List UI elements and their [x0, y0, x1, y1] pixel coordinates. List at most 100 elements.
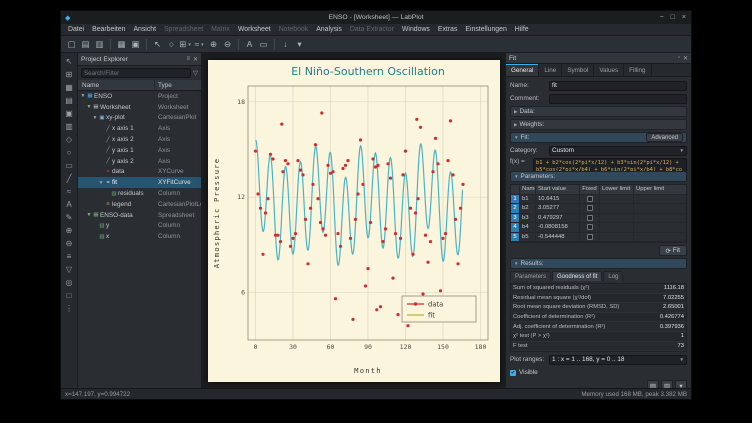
advanced-button[interactable]: Advanced: [646, 133, 683, 142]
text-label-icon[interactable]: A: [243, 38, 256, 51]
new-project-icon[interactable]: ▢: [65, 38, 78, 51]
param-start-value[interactable]: -0.544448: [536, 233, 580, 242]
comment-field[interactable]: [549, 94, 687, 104]
column-header-type[interactable]: Type: [155, 80, 201, 90]
param-upper-limit[interactable]: [634, 204, 686, 213]
results-tab-goodness-of-fit[interactable]: Goodness of fit: [552, 271, 602, 281]
data-section-header[interactable]: ▶ Data:: [510, 106, 687, 117]
tool-text-icon[interactable]: A: [63, 198, 76, 211]
new-spreadsheet-icon[interactable]: ▣: [129, 38, 142, 51]
image-icon[interactable]: ▭: [257, 38, 270, 51]
plot-page[interactable]: 030609012015018061218El Niño-Southern Os…: [208, 60, 500, 382]
tree-row-legend[interactable]: ≡legendCartesianPlotLegend: [78, 199, 201, 210]
worksheet-view[interactable]: 030609012015018061218El Niño-Southern Os…: [202, 53, 505, 388]
tree-row-x[interactable]: ▥xColumn: [78, 231, 201, 242]
tree-row-residuals[interactable]: ▥residualsColumn: [78, 188, 201, 199]
fit-section-header[interactable]: ▼ Fit: Advanced: [510, 132, 687, 143]
run-fit-button[interactable]: ⟳ Fit: [659, 245, 687, 256]
tree-row-x-axis-1[interactable]: ╱x axis 1Axis: [78, 123, 201, 134]
panel-close-icon[interactable]: ✕: [193, 56, 198, 63]
tab-filling[interactable]: Filling: [624, 64, 651, 76]
title-bar[interactable]: ◆ ENSO - [Worksheet] — LabPlot − □ ×: [61, 11, 691, 24]
maximize-button[interactable]: □: [671, 14, 675, 21]
param-upper-limit[interactable]: [634, 214, 686, 223]
tool-zoom-in-icon[interactable]: ⊕: [63, 224, 76, 237]
save-project-icon[interactable]: ▥: [93, 38, 106, 51]
minimize-button[interactable]: −: [660, 14, 664, 21]
param-fixed-checkbox[interactable]: [587, 196, 593, 202]
menu-einstellungen[interactable]: Einstellungen: [461, 26, 510, 33]
tool-spreadsheet-icon[interactable]: ▦: [63, 81, 76, 94]
visible-checkbox[interactable]: ✔: [510, 370, 516, 376]
zoom-select-icon[interactable]: ○: [165, 38, 178, 51]
weights-section-header[interactable]: ▶ Weights:: [510, 119, 687, 130]
plot-ranges-select[interactable]: 1 : x = 1 .. 168, y = 0 .. 18 ▼: [549, 355, 687, 365]
tool-matrix-icon[interactable]: ▤: [63, 94, 76, 107]
tool-legend-icon[interactable]: ≡: [63, 250, 76, 263]
menu-bearbeiten[interactable]: Bearbeiten: [88, 26, 129, 33]
tool-shape-icon[interactable]: ◇: [63, 133, 76, 146]
param-start-value[interactable]: 3.05277: [536, 204, 580, 213]
tree-row-x-axis-2[interactable]: ╱x axis 2Axis: [78, 134, 201, 145]
results-section-header[interactable]: ▼ Results:: [510, 258, 687, 269]
tool-select-icon[interactable]: ↖: [63, 55, 76, 68]
new-worksheet-icon[interactable]: ▦: [115, 38, 128, 51]
zoom-out-icon[interactable]: ⊖: [221, 38, 234, 51]
tree-row-enso[interactable]: ▼▦ENSOProject: [78, 91, 201, 102]
param-fixed-checkbox[interactable]: [587, 224, 593, 230]
param-fixed-checkbox[interactable]: [587, 205, 593, 211]
tree-row-y-axis-2[interactable]: ╱y axis 2Axis: [78, 156, 201, 167]
tool-zoom-out-icon[interactable]: ⊖: [63, 237, 76, 250]
param-lower-limit[interactable]: [600, 214, 634, 223]
param-start-value[interactable]: -0.0808158: [536, 223, 580, 232]
add-plot-icon[interactable]: ⊞▼: [179, 38, 192, 51]
tool-curve-icon[interactable]: ≈: [63, 185, 76, 198]
dock-float-icon[interactable]: ▫: [678, 55, 680, 62]
tool-target-icon[interactable]: ◎: [63, 276, 76, 289]
param-start-value[interactable]: 0.479297: [536, 214, 580, 223]
tab-symbol[interactable]: Symbol: [562, 64, 594, 76]
param-lower-limit[interactable]: [600, 233, 634, 242]
more-tools-icon[interactable]: ▾: [293, 38, 306, 51]
save-template-icon[interactable]: ▥: [661, 380, 673, 388]
tab-line[interactable]: Line: [539, 64, 562, 76]
param-lower-limit[interactable]: [600, 204, 634, 213]
load-template-icon[interactable]: ▤: [647, 380, 659, 388]
param-upper-limit[interactable]: [634, 233, 686, 242]
menu-ansicht[interactable]: Ansicht: [129, 26, 160, 33]
tree-row-data[interactable]: ≈dataXYCurve: [78, 167, 201, 178]
tool-plot-icon[interactable]: ▣: [63, 107, 76, 120]
tool-filter-icon[interactable]: ▽: [63, 263, 76, 276]
category-select[interactable]: Custom ▼: [549, 146, 687, 156]
param-upper-limit[interactable]: [634, 195, 686, 204]
export-icon[interactable]: ↓: [279, 38, 292, 51]
menu-windows[interactable]: Windows: [398, 26, 434, 33]
name-field[interactable]: [549, 81, 687, 91]
filter-icon[interactable]: ▽: [193, 69, 198, 77]
tree-row-fit[interactable]: ▼≈fitXYFitCurve: [78, 177, 201, 188]
tree-row-xy-plot[interactable]: ▼▣xy-plotCartesianPlot: [78, 113, 201, 124]
param-upper-limit[interactable]: [634, 223, 686, 232]
results-tab-log[interactable]: Log: [603, 271, 623, 281]
param-lower-limit[interactable]: [600, 223, 634, 232]
tool-draw-icon[interactable]: ✎: [63, 211, 76, 224]
tree-row-y[interactable]: ▥yColumn: [78, 221, 201, 232]
template-options-icon[interactable]: ▾: [675, 380, 687, 388]
tool-line-icon[interactable]: ╱: [63, 172, 76, 185]
tree-row-worksheet[interactable]: ▼▤WorksheetWorksheet: [78, 102, 201, 113]
column-header-name[interactable]: Name: [78, 80, 155, 90]
close-button[interactable]: ×: [682, 14, 686, 21]
zoom-in-icon[interactable]: ⊕: [207, 38, 220, 51]
menu-hilfe[interactable]: Hilfe: [511, 26, 533, 33]
tree-row-enso-data[interactable]: ▼▦ENSO-dataSpreadsheet: [78, 210, 201, 221]
tab-general[interactable]: General: [506, 64, 539, 76]
add-curve-icon[interactable]: ≈▼: [193, 38, 206, 51]
menu-worksheet[interactable]: Worksheet: [234, 26, 275, 33]
tool-new-worksheet-icon[interactable]: ⊞: [63, 68, 76, 81]
results-tab-parameters[interactable]: Parameters: [510, 271, 551, 281]
menu-datei[interactable]: Datei: [64, 26, 88, 33]
tool-more-icon[interactable]: ⋮: [63, 302, 76, 315]
param-fixed-checkbox[interactable]: [587, 215, 593, 221]
tree-row-y-axis-1[interactable]: ╱y axis 1Axis: [78, 145, 201, 156]
select-mode-icon[interactable]: ↖: [151, 38, 164, 51]
